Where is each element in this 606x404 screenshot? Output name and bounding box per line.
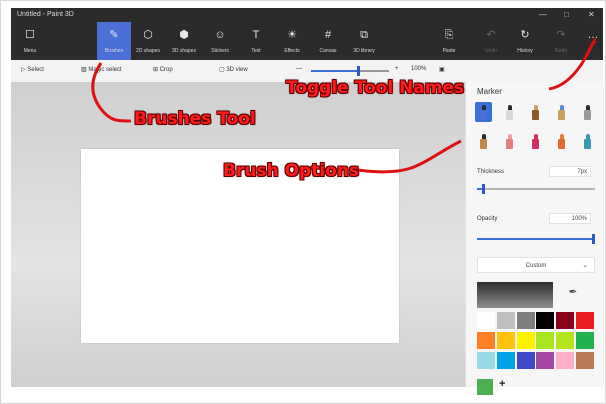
brushes-tool-annotation: Brushes Tool (134, 109, 256, 129)
annotation-arrows (91, 38, 597, 174)
brush-options-arrow (350, 139, 462, 174)
toggle-tool-names-annotation: Toggle Tool Names (286, 78, 465, 98)
app-window: Untitled - Paint 3D — □ ✕ ☐ Menu ✎ Brushes ⬡… (0, 0, 606, 404)
toggle-tool-names-arrow (548, 38, 597, 91)
brushes-tool-arrow (91, 62, 132, 123)
brush-options-annotation: Brush Options (223, 161, 360, 181)
